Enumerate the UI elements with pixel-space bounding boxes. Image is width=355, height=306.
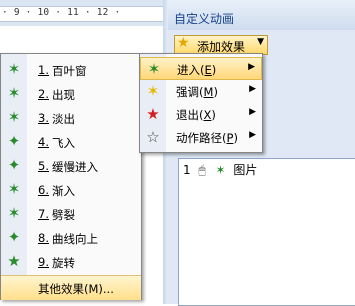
more-effects-label: 其他效果(M)... bbox=[38, 282, 114, 296]
star-icon: ★ bbox=[177, 35, 190, 51]
chevron-right-icon: ▶ bbox=[249, 107, 256, 117]
effect-number: 9. bbox=[38, 255, 49, 269]
menu-item-label: 进入(E) bbox=[177, 63, 217, 77]
menu-item-emphasis[interactable]: ✶ 强调(M) ▶ bbox=[140, 80, 262, 103]
effect-label: 旋转 bbox=[52, 256, 75, 270]
entrance-effect-submenu: ✶ 1. 百叶窗 ✶ 2. 出现 ✶ 3. 淡出 ✦ 4. 飞入 ✦ 5. 缓慢… bbox=[0, 53, 142, 300]
animation-list[interactable]: 1 🖱 ✶ 图片 bbox=[178, 158, 355, 306]
menu-item-label: 动作路径(P) bbox=[176, 131, 238, 145]
effect-label: 劈裂 bbox=[52, 208, 75, 222]
chevron-right-icon: ▶ bbox=[249, 130, 256, 140]
effect-item-curve-up[interactable]: ✦ 8. 曲线向上 bbox=[1, 226, 141, 250]
effect-item-fade-in[interactable]: ✶ 6. 渐入 bbox=[1, 178, 141, 202]
mouse-click-icon: 🖱 bbox=[198, 163, 206, 177]
effect-number: 7. bbox=[38, 207, 49, 221]
effect-number: 1. bbox=[38, 63, 49, 77]
pane-title-bar: 自定义动画 bbox=[168, 0, 355, 31]
effect-item-split[interactable]: ✶ 7. 劈裂 bbox=[1, 202, 141, 226]
green-star-icon: ✶ bbox=[7, 84, 21, 102]
green-star-icon: ✦ bbox=[7, 156, 21, 174]
yellow-star-icon: ✶ bbox=[146, 82, 160, 100]
effect-label: 缓慢进入 bbox=[52, 160, 98, 174]
add-effect-menu: ✶ 进入(E) ▶ ✶ 强调(M) ▶ ★ 退出(X) ▶ ☆ 动作路径(P) … bbox=[139, 53, 263, 153]
green-star-icon: ✶ bbox=[7, 180, 21, 198]
list-item[interactable]: 1 🖱 ✶ 图片 bbox=[183, 161, 257, 178]
effect-item-blinds[interactable]: ✶ 1. 百叶窗 bbox=[1, 58, 141, 82]
effect-item-fly-in[interactable]: ✦ 4. 飞入 bbox=[1, 130, 141, 154]
green-star-icon: ✶ bbox=[7, 108, 21, 126]
green-star-icon: ✶ bbox=[147, 60, 161, 78]
menu-item-label: 退出(X) bbox=[176, 108, 216, 122]
horizontal-ruler: · 9 · 10 · 11 · 12 · bbox=[0, 0, 163, 27]
effect-item-spin[interactable]: ★ 9. 旋转 bbox=[1, 250, 141, 274]
effect-item-ascend[interactable]: ✦ 5. 缓慢进入 bbox=[1, 154, 141, 178]
effect-label: 渐入 bbox=[52, 184, 75, 198]
effect-item-fade[interactable]: ✶ 3. 淡出 bbox=[1, 106, 141, 130]
ruler-ticks: · 9 · 10 · 11 · 12 · bbox=[2, 7, 121, 18]
effect-label: 淡出 bbox=[52, 112, 75, 126]
green-star-icon: ★ bbox=[7, 252, 21, 270]
effect-number: 4. bbox=[38, 135, 49, 149]
effect-number: 8. bbox=[38, 231, 49, 245]
green-star-icon: ✶ bbox=[7, 204, 21, 222]
effect-label: 飞入 bbox=[52, 136, 75, 150]
list-item-index: 1 bbox=[183, 163, 191, 177]
outline-star-icon: ☆ bbox=[146, 128, 160, 146]
chevron-right-icon: ▶ bbox=[248, 62, 255, 72]
more-effects-item[interactable]: 其他效果(M)... bbox=[1, 275, 141, 300]
effect-item-appear[interactable]: ✶ 2. 出现 bbox=[1, 82, 141, 106]
chevron-right-icon: ▶ bbox=[249, 84, 256, 94]
effect-number: 6. bbox=[38, 183, 49, 197]
add-effect-button[interactable]: ★ 添加效果 ▼ bbox=[174, 35, 268, 55]
effect-number: 3. bbox=[38, 111, 49, 125]
menu-item-label: 强调(M) bbox=[176, 85, 218, 99]
pane-title: 自定义动画 bbox=[174, 12, 235, 26]
green-star-icon: ✶ bbox=[7, 60, 21, 78]
list-item-label: 图片 bbox=[233, 163, 258, 177]
green-star-icon: ✦ bbox=[7, 132, 21, 150]
chevron-down-icon: ▼ bbox=[257, 37, 264, 47]
effect-label: 出现 bbox=[52, 88, 75, 102]
effect-label: 曲线向上 bbox=[52, 232, 98, 246]
entrance-effect-icon: ✶ bbox=[215, 163, 226, 177]
green-star-icon: ✦ bbox=[7, 228, 21, 246]
red-star-icon: ★ bbox=[146, 105, 160, 123]
effect-label: 百叶窗 bbox=[52, 64, 87, 78]
menu-item-motion-path[interactable]: ☆ 动作路径(P) ▶ bbox=[140, 126, 262, 149]
menu-item-entrance[interactable]: ✶ 进入(E) ▶ bbox=[140, 57, 262, 80]
effect-number: 2. bbox=[38, 87, 49, 101]
effect-number: 5. bbox=[38, 159, 49, 173]
menu-item-exit[interactable]: ★ 退出(X) ▶ bbox=[140, 103, 262, 126]
